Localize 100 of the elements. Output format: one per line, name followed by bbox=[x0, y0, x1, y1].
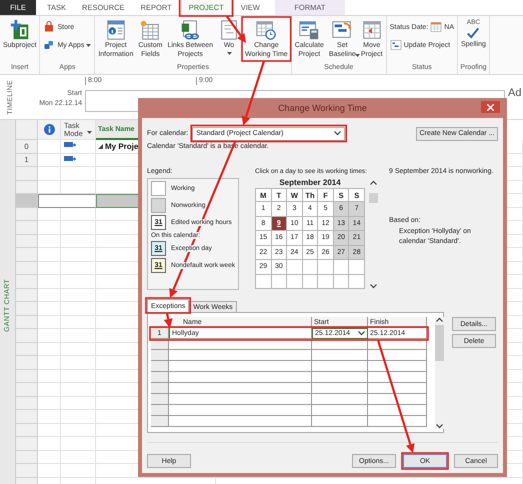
month-title: September 2014 bbox=[278, 178, 342, 188]
table-cell bbox=[38, 180, 61, 194]
caret-icon bbox=[86, 44, 92, 47]
annotation-arrow bbox=[226, 15, 246, 43]
task-name: My Proje bbox=[105, 142, 138, 151]
info-icon bbox=[44, 124, 54, 135]
table-cell bbox=[61, 450, 96, 464]
gantt-icon bbox=[390, 39, 402, 51]
calendar-cell bbox=[256, 274, 271, 288]
calendar-cell bbox=[318, 260, 333, 274]
table-cell bbox=[368, 361, 427, 372]
caret-icon bbox=[87, 130, 92, 134]
table-cell bbox=[38, 208, 61, 221]
table-cell bbox=[38, 437, 61, 450]
row-header bbox=[151, 394, 169, 405]
calculator-icon bbox=[298, 19, 320, 41]
table-cell bbox=[38, 342, 61, 356]
task-mode-icon bbox=[64, 156, 77, 164]
calendar-cell bbox=[272, 274, 286, 288]
table-cell bbox=[368, 394, 427, 405]
table-cell bbox=[38, 288, 61, 302]
apps-icon bbox=[43, 39, 56, 51]
linked-file-icon bbox=[179, 19, 202, 41]
table-cell bbox=[38, 464, 61, 478]
table-cell bbox=[38, 221, 61, 234]
table-cell bbox=[38, 329, 61, 342]
table-icon bbox=[139, 19, 162, 41]
scroll-thumb[interactable] bbox=[435, 325, 444, 361]
bag-icon bbox=[43, 21, 56, 33]
table-cell bbox=[368, 383, 427, 394]
table-cell bbox=[38, 410, 61, 424]
calendar-cell bbox=[302, 274, 318, 288]
table-cell bbox=[38, 302, 61, 316]
table-cell bbox=[61, 208, 96, 221]
table-cell bbox=[38, 167, 61, 180]
calendar-icon bbox=[430, 21, 442, 33]
table-cell bbox=[312, 361, 368, 372]
scroll-up-icon bbox=[370, 180, 376, 185]
annotation-arrow bbox=[242, 60, 266, 126]
table-cell bbox=[61, 262, 96, 275]
table-cell bbox=[61, 342, 96, 356]
table-cell bbox=[368, 416, 427, 427]
timeline-text: Ad bbox=[508, 86, 522, 101]
table-cell bbox=[38, 383, 61, 396]
table-cell bbox=[61, 288, 96, 302]
table-cell bbox=[38, 356, 61, 370]
chevron-down-icon bbox=[358, 331, 365, 336]
table-cell bbox=[38, 275, 61, 288]
table-cell bbox=[61, 234, 96, 248]
caret-icon bbox=[354, 54, 360, 57]
gantt-bars-icon bbox=[331, 19, 354, 41]
row-header bbox=[151, 372, 169, 383]
dialog-title: Change Working Time bbox=[278, 103, 367, 113]
project-file-icon bbox=[8, 19, 31, 41]
row-header bbox=[151, 361, 169, 372]
table-cell bbox=[38, 194, 61, 208]
calendar-cell bbox=[349, 260, 364, 274]
table-cell bbox=[312, 350, 368, 361]
table-cell bbox=[38, 316, 61, 329]
calendar-cell bbox=[334, 274, 348, 288]
close-button[interactable] bbox=[481, 101, 500, 113]
table-cell bbox=[38, 396, 61, 410]
highlight-box bbox=[401, 452, 449, 470]
table-cell bbox=[38, 248, 61, 262]
calendar-cell bbox=[318, 274, 333, 288]
highlight-box bbox=[241, 16, 292, 62]
table-cell bbox=[312, 416, 368, 427]
table-cell bbox=[368, 350, 427, 361]
calendar-cell bbox=[334, 260, 348, 274]
row-header bbox=[151, 416, 169, 427]
row-header bbox=[151, 350, 169, 361]
table-cell bbox=[312, 383, 368, 394]
highlight-box bbox=[145, 297, 192, 314]
caret-icon bbox=[226, 52, 232, 54]
table-cell bbox=[61, 396, 96, 410]
collapse-icon bbox=[98, 144, 103, 149]
row-header bbox=[151, 383, 169, 394]
table-cell bbox=[312, 405, 368, 416]
table-cell bbox=[38, 234, 61, 248]
calendar-cell bbox=[302, 260, 318, 274]
table-cell bbox=[368, 405, 427, 416]
table-cell bbox=[61, 180, 96, 194]
close-icon bbox=[487, 104, 494, 110]
calendar-clock-icon bbox=[255, 19, 278, 41]
chevron-down-icon bbox=[334, 131, 342, 136]
table-cell bbox=[38, 370, 61, 383]
table-cell bbox=[61, 424, 96, 437]
annotation-arrow bbox=[164, 312, 173, 328]
table-cell bbox=[38, 450, 61, 464]
scroll-up-icon bbox=[436, 317, 443, 322]
info-sheet-icon bbox=[104, 19, 127, 41]
calendar-move-icon bbox=[360, 19, 383, 41]
scroll-down-icon bbox=[436, 424, 443, 429]
scroll-thumb[interactable] bbox=[368, 193, 378, 203]
checkmark-icon bbox=[466, 26, 480, 40]
table-cell bbox=[368, 372, 427, 383]
table-cell bbox=[312, 394, 368, 405]
calendar-cell bbox=[287, 260, 302, 274]
table-cell bbox=[312, 372, 368, 383]
calendar-cell bbox=[349, 274, 364, 288]
